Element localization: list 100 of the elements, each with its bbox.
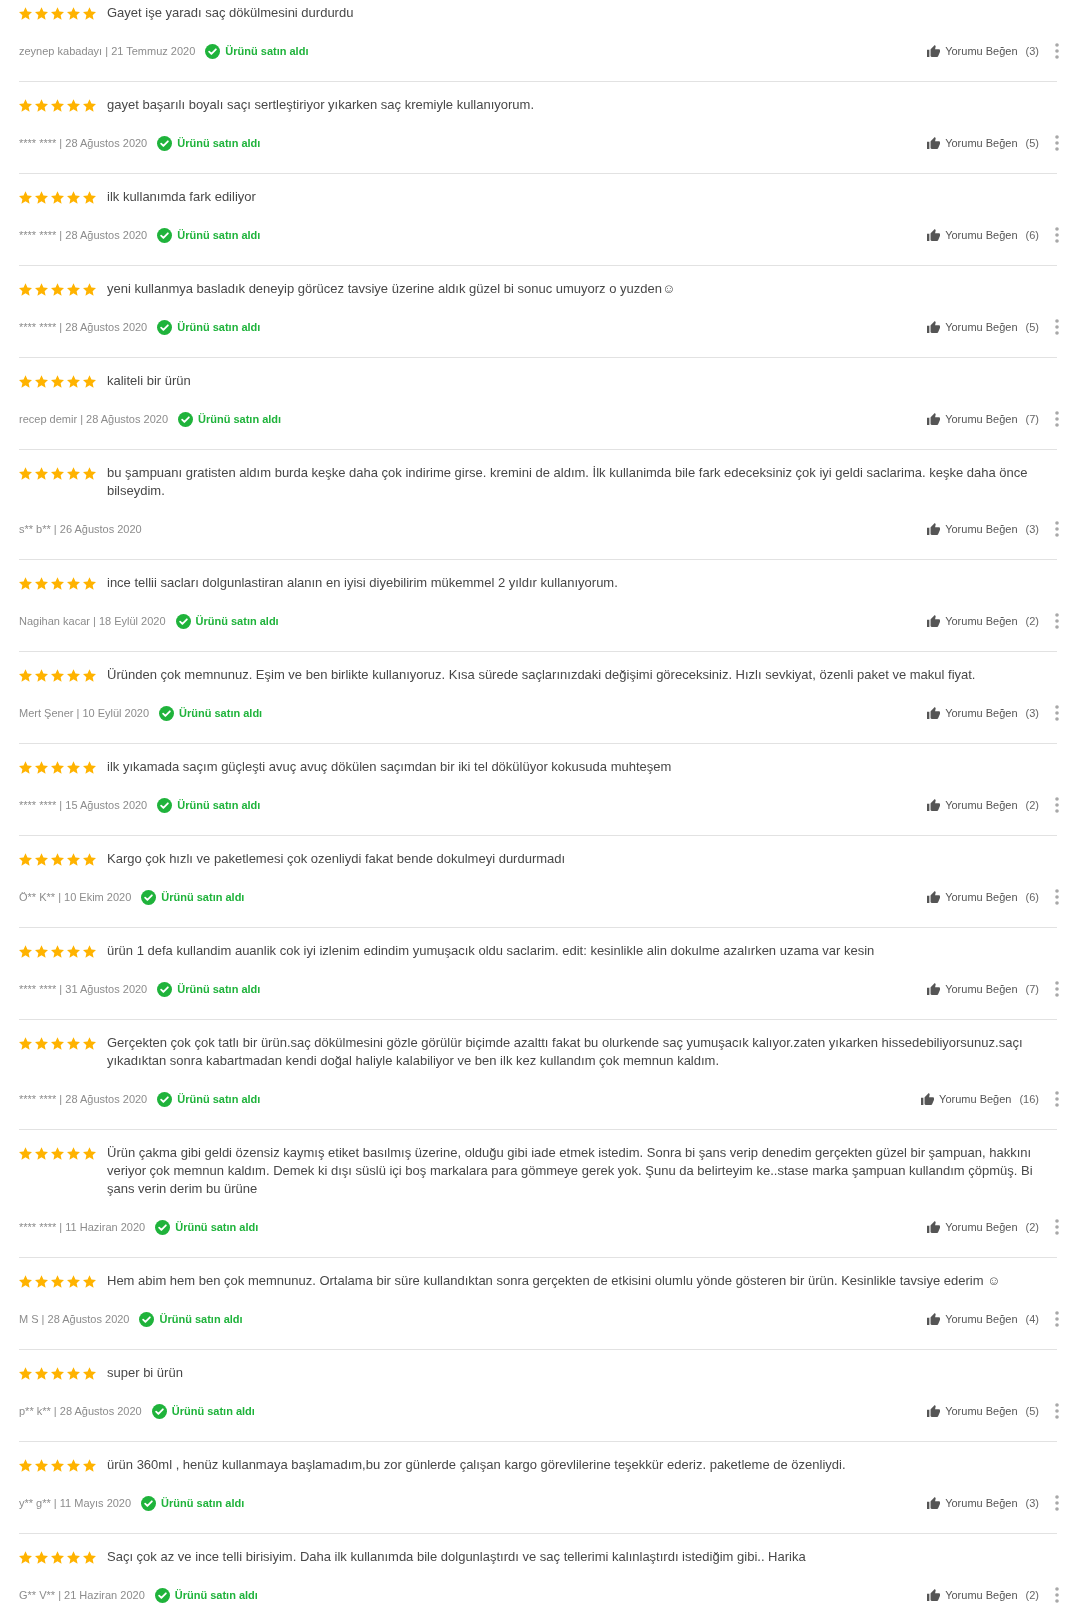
verified-purchase-label: Ürünü satın aldı [177,1093,261,1105]
star-icon [83,1366,96,1380]
thumbs-up-icon [927,1589,941,1601]
thumbs-up-icon [927,891,941,903]
star-icon [67,1036,80,1050]
like-button[interactable]: Yorumu Beğen (3) [927,523,1039,535]
more-options-icon[interactable] [1055,1091,1059,1107]
verified-purchase-label: Ürünü satın aldı [195,615,279,627]
more-options-icon[interactable] [1055,411,1059,427]
more-options-icon[interactable] [1055,797,1059,813]
more-options-icon[interactable] [1055,705,1059,721]
review-author-date: zeynep kabadayı | 21 Temmuz 2020 [19,45,196,57]
thumbs-up-icon [927,1313,941,1325]
star-icon [83,1146,96,1160]
star-icon [83,576,96,590]
like-button[interactable]: Yorumu Beğen (3) [927,1497,1039,1509]
like-button[interactable]: Yorumu Beğen (7) [927,413,1039,425]
star-icon [83,6,96,20]
star-icon [51,668,64,682]
more-options-icon[interactable] [1055,1219,1059,1235]
star-icon [19,1036,32,1050]
more-options-icon[interactable] [1055,1311,1059,1327]
like-button[interactable]: Yorumu Beğen (2) [927,1221,1039,1233]
star-icon [51,190,64,204]
thumbs-up-icon [927,983,941,995]
star-icon [67,576,80,590]
review-text: Üründen çok memnunuz. Eşim ve ben birlikte kullanıyoruz. Kısa sürede saçlarınızdaki değişimi göreceksiniz. Hızlı sevkiyat, özenli paket ve makul fiyat. [107,666,976,684]
star-icon [35,668,48,682]
star-icon [35,282,48,296]
more-options-icon[interactable] [1055,319,1059,335]
verified-purchase-label: Ürünü satın aldı [174,1589,258,1601]
like-button[interactable]: Yorumu Beğen (5) [927,1405,1039,1417]
review-author-date: **** **** | 11 Haziran 2020 [19,1221,146,1233]
like-button[interactable]: Yorumu Beğen (6) [927,891,1039,903]
thumbs-up-icon [927,45,941,57]
review-author-date: s** b** | 26 Ağustos 2020 [19,523,142,535]
review-author-date: p** k** | 28 Ağustos 2020 [19,1405,142,1417]
star-icon [67,1274,80,1288]
star-icon [19,466,32,480]
verified-purchase-label: Ürünü satın aldı [177,983,261,995]
more-options-icon[interactable] [1055,1495,1059,1511]
like-button[interactable]: Yorumu Beğen (7) [927,983,1039,995]
review-text: Gayet işe yaradı saç dökülmesini durdurdu [107,4,354,22]
like-button[interactable]: Yorumu Beğen (6) [927,229,1039,241]
star-icon [35,760,48,774]
like-button[interactable]: Yorumu Beğen (16) [921,1093,1039,1105]
review-author-date: Mert Şener | 10 Eylül 2020 [19,707,150,719]
like-button[interactable]: Yorumu Beğen (4) [927,1313,1039,1325]
verified-purchase-label: Ürünü satın aldı [225,45,309,57]
star-icon [19,282,32,296]
star-icon [67,1146,80,1160]
star-icon [67,6,80,20]
star-icon [67,190,80,204]
more-options-icon[interactable] [1055,889,1059,905]
thumbs-up-icon [927,615,941,627]
star-icon [19,6,32,20]
more-options-icon[interactable] [1055,521,1059,537]
star-icon [35,374,48,388]
review-text: ürün 1 defa kullandim auanlik cok iyi izlenim edindim yumuşacık oldu saclarim. edit: kesinlikle alin dokulme azalırken uzama var kesin [107,942,875,960]
star-icon [35,466,48,480]
review-author-date: **** **** | 28 Ağustos 2020 [19,137,148,149]
star-icon [67,944,80,958]
like-button[interactable]: Yorumu Beğen (2) [927,799,1039,811]
like-button[interactable]: Yorumu Beğen (5) [927,321,1039,333]
star-icon [51,1146,64,1160]
star-icon [83,852,96,866]
more-options-icon[interactable] [1055,135,1059,151]
star-icon [51,760,64,774]
thumbs-up-icon [927,799,941,811]
star-icon [19,760,32,774]
more-options-icon[interactable] [1055,613,1059,629]
more-options-icon[interactable] [1055,227,1059,243]
more-options-icon[interactable] [1055,981,1059,997]
thumbs-up-icon [927,137,941,149]
review-text: bu şampuanı gratisten aldım burda keşke daha çok indirime girse. kremini de aldım. İlk kullanimda bile fark edeceksiniz çok iyi geldi saclarima. keşke daha önce bilseydim. [107,464,1029,500]
review-text: ürün 360ml , henüz kullanmaya başlamadım,bu zor günlerde çalışan kargo görevlilerine teşekkür ederiz. paketleme de özenliydi. [107,1456,846,1474]
review-text: Kargo çok hızlı ve paketlemesi çok ozenliydi fakat bende dokulmeyi durdurmadı [107,850,566,868]
more-options-icon[interactable] [1055,1403,1059,1419]
star-icon [83,190,96,204]
more-options-icon[interactable] [1055,43,1059,59]
star-icon [83,760,96,774]
verified-purchase-label: Ürünü satın aldı [159,1313,243,1325]
star-icon [19,1274,32,1288]
like-button[interactable]: Yorumu Beğen (2) [927,615,1039,627]
star-icon [19,1146,32,1160]
like-button[interactable]: Yorumu Beğen (3) [927,707,1039,719]
star-icon [35,944,48,958]
star-icon [51,282,64,296]
like-button[interactable]: Yorumu Beğen (5) [927,137,1039,149]
star-icon [51,466,64,480]
star-icon [67,1458,80,1472]
star-icon [67,1366,80,1380]
review-author-date: **** **** | 28 Ağustos 2020 [19,1093,148,1105]
like-button[interactable]: Yorumu Beğen (3) [927,45,1039,57]
like-button[interactable]: Yorumu Beğen (2) [927,1589,1039,1601]
verified-purchase-label: Ürünü satın aldı [177,229,261,241]
star-icon [51,6,64,20]
star-icon [83,374,96,388]
more-options-icon[interactable] [1055,1587,1059,1603]
verified-purchase-label: Ürünü satın aldı [171,1405,255,1417]
